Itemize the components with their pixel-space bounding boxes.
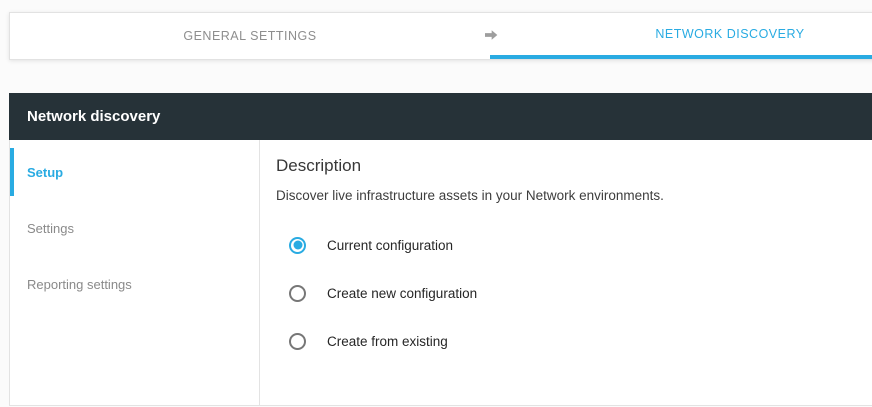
sidebar-item-reporting-settings[interactable]: Reporting settings — [10, 260, 259, 308]
tab-general-settings[interactable]: GENERAL SETTINGS — [10, 13, 490, 59]
radio-unselected-icon[interactable] — [289, 285, 306, 302]
section-description: Discover live infrastructure assets in y… — [276, 188, 852, 204]
radio-option-current-configuration[interactable]: Current configuration — [276, 221, 852, 269]
configuration-radio-group: Current configuration Create new configu… — [276, 221, 852, 365]
tab-network-discovery[interactable]: NETWORK DISCOVERY — [490, 13, 872, 59]
sidebar-nav: Setup Settings Reporting settings — [10, 140, 260, 405]
content-panel: Setup Settings Reporting settings Descri… — [9, 140, 872, 406]
sidebar-item-settings[interactable]: Settings — [10, 204, 259, 252]
radio-option-label: Current configuration — [327, 238, 453, 253]
radio-option-label: Create from existing — [327, 334, 448, 349]
radio-unselected-icon[interactable] — [289, 333, 306, 350]
tab-general-settings-label: GENERAL SETTINGS — [183, 29, 316, 43]
sidebar-item-setup-label: Setup — [27, 165, 63, 180]
section-header: Network discovery — [9, 93, 872, 140]
arrow-right-icon — [483, 13, 499, 57]
radio-selected-icon[interactable] — [289, 237, 306, 254]
tab-network-discovery-label: NETWORK DISCOVERY — [655, 27, 804, 41]
main-content: Description Discover live infrastructure… — [260, 140, 872, 405]
radio-option-create-from-existing[interactable]: Create from existing — [276, 317, 852, 365]
wizard-stepper: GENERAL SETTINGS NETWORK DISCOVERY — [9, 12, 872, 60]
sidebar-item-setup[interactable]: Setup — [10, 148, 259, 196]
sidebar-item-settings-label: Settings — [27, 221, 74, 236]
page-title: Network discovery — [27, 108, 160, 125]
radio-option-label: Create new configuration — [327, 286, 477, 301]
section-title: Description — [276, 156, 852, 176]
sidebar-item-reporting-settings-label: Reporting settings — [27, 277, 132, 292]
radio-option-create-new-configuration[interactable]: Create new configuration — [276, 269, 852, 317]
